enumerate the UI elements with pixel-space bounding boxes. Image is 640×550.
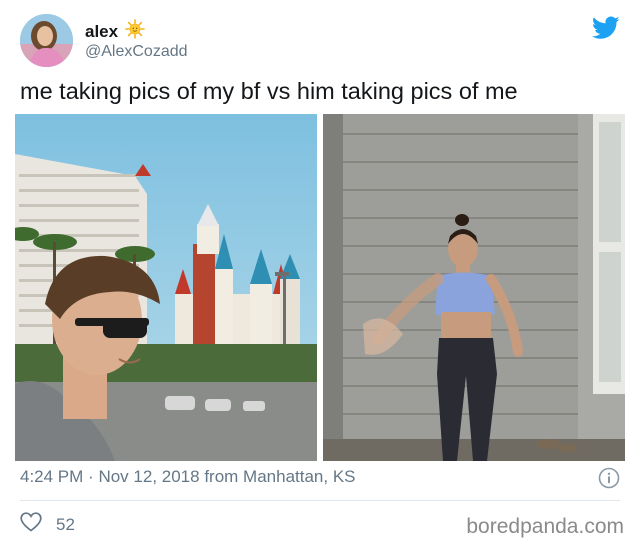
tweet-text: me taking pics of my bf vs him taking pi… bbox=[20, 78, 518, 104]
like-count: 52 bbox=[56, 514, 75, 534]
tweet-photo-girlfriend-porch[interactable] bbox=[323, 114, 625, 461]
tweet-location[interactable]: from Manhattan, KS bbox=[204, 467, 355, 486]
display-name[interactable]: alex bbox=[85, 22, 118, 42]
divider bbox=[20, 500, 620, 501]
tweet-time[interactable]: 4:24 PM bbox=[20, 467, 83, 486]
avatar[interactable] bbox=[20, 14, 73, 67]
tweet-meta: 4:24 PM · Nov 12, 2018 from Manhattan, K… bbox=[20, 467, 356, 487]
boredpanda-watermark: boredpanda.com bbox=[466, 515, 624, 538]
user-name-row: alex bbox=[85, 19, 145, 44]
heart-icon[interactable] bbox=[20, 512, 42, 537]
tweet-photo-boyfriend-castle[interactable] bbox=[15, 114, 317, 461]
sun-emoji-icon bbox=[125, 19, 145, 44]
meta-separator: · bbox=[88, 467, 94, 486]
info-icon[interactable] bbox=[598, 467, 620, 489]
tweet-date[interactable]: Nov 12, 2018 bbox=[98, 467, 199, 486]
like-button[interactable]: 52 bbox=[20, 512, 75, 537]
tweet-card: alex @AlexCozadd me taking pics of my bf… bbox=[0, 0, 640, 550]
user-handle[interactable]: @AlexCozadd bbox=[85, 43, 188, 61]
twitter-bird-icon[interactable] bbox=[591, 16, 620, 40]
